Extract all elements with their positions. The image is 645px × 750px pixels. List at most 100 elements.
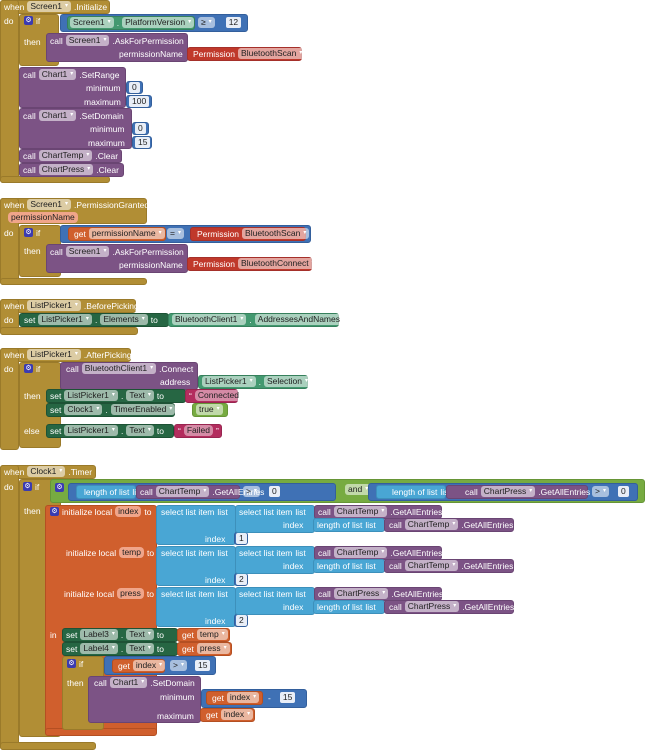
component-dropdown[interactable]: Screen1 ▾ <box>65 246 110 257</box>
param-label: minimum <box>90 123 125 134</box>
number-field[interactable]: 15 <box>279 692 296 703</box>
do-label: do <box>4 15 14 26</box>
component-dropdown[interactable]: ListPicker1 ▾ <box>38 314 92 325</box>
component-dropdown[interactable]: ChartPress ▾ <box>38 164 94 175</box>
number-field[interactable]: 15 <box>194 660 211 671</box>
component-dropdown[interactable]: Chart1 ▾ <box>38 69 77 80</box>
property-dropdown[interactable]: Text ▾ <box>126 390 154 401</box>
to-label: to <box>156 425 165 436</box>
component-dropdown[interactable]: Screen1 ▾ <box>70 17 114 28</box>
component-dropdown[interactable]: ChartPress ▾ <box>404 601 460 612</box>
property-dropdown[interactable]: AddressesAndNames ▾ <box>254 314 350 325</box>
variable-name-field[interactable]: index <box>115 506 142 517</box>
permission-dropdown[interactable]: BluetoothConnect ▾ <box>238 258 318 269</box>
get-label: get <box>74 228 86 239</box>
property-dropdown[interactable]: TimerEnabled ▾ <box>110 404 176 415</box>
component-dropdown[interactable]: ListPicker1 ▾ <box>64 425 118 436</box>
component-dropdown[interactable]: ChartTemp ▾ <box>404 519 459 530</box>
component-dropdown[interactable]: Label3 ▾ <box>80 629 118 640</box>
text-field[interactable]: Failed <box>183 425 213 436</box>
component-dropdown[interactable]: ChartPress ▾ <box>333 588 389 599</box>
component-dropdown[interactable]: ChartPress ▾ <box>480 486 536 497</box>
property-dropdown[interactable]: PlatformVersion ▾ <box>122 17 195 28</box>
component-dropdown[interactable]: Screen1 ▾ <box>27 199 72 210</box>
gear-icon[interactable]: ⚙ <box>24 364 33 373</box>
component-dropdown[interactable]: ListPicker1 ▾ <box>64 390 118 401</box>
dot: . <box>120 390 124 401</box>
variable-dropdown[interactable]: index ▾ <box>220 709 254 720</box>
dropdown-arrow-icon: ▾ <box>249 378 253 384</box>
component-dropdown[interactable]: ListPicker1 ▾ <box>27 349 81 360</box>
operator-dropdown[interactable]: > ▾ <box>243 486 260 497</box>
component-dropdown[interactable]: Label4 ▾ <box>80 643 118 654</box>
variable-name-field[interactable]: press <box>117 588 144 599</box>
component-dropdown[interactable]: ListPicker1 ▾ <box>27 300 81 311</box>
component-dropdown[interactable]: ChartTemp ▾ <box>333 547 388 558</box>
property-dropdown[interactable]: Text ▾ <box>126 425 154 436</box>
property-dropdown[interactable]: Selection ▾ <box>263 376 311 387</box>
permission-dropdown[interactable]: BluetoothScan ▾ <box>242 228 310 239</box>
property-dropdown[interactable]: Text ▾ <box>126 629 154 640</box>
variable-dropdown[interactable]: index ▾ <box>132 660 166 671</box>
variable-dropdown[interactable]: permissionName ▾ <box>88 228 165 239</box>
gear-icon[interactable]: ⚙ <box>50 507 59 516</box>
component-dropdown[interactable]: ChartTemp ▾ <box>155 486 210 497</box>
component-dropdown[interactable]: Chart1 ▾ <box>38 110 77 121</box>
component-dropdown[interactable]: Chart1 ▾ <box>109 677 148 688</box>
variable-dropdown[interactable]: index ▾ <box>226 692 260 703</box>
number-field[interactable]: 2 <box>236 574 247 585</box>
dropdown-arrow-icon: ▾ <box>70 112 74 118</box>
property-dropdown[interactable]: Elements ▾ <box>100 314 148 325</box>
get-label: get <box>182 643 194 654</box>
event-bottom <box>0 742 96 750</box>
gear-icon[interactable]: ⚙ <box>55 483 64 492</box>
component-dropdown[interactable]: Screen1 ▾ <box>65 35 110 46</box>
component-dropdown[interactable]: BluetoothClient1 ▾ <box>81 363 157 374</box>
variable-name-field[interactable]: temp <box>119 547 144 558</box>
gear-icon[interactable]: ⚙ <box>67 659 76 668</box>
else-label: else <box>24 425 40 436</box>
number-field[interactable]: 1 <box>236 533 247 544</box>
length-label: length of list <box>317 560 363 571</box>
component-dropdown[interactable]: Screen1 ▾ <box>27 1 72 12</box>
operator-dropdown[interactable]: > ▾ <box>592 486 609 497</box>
to-label: to <box>178 404 186 415</box>
property-dropdown[interactable]: Text ▾ <box>126 643 154 654</box>
event-parameter[interactable]: permissionName <box>8 212 78 223</box>
quote-mark: ” <box>216 425 219 436</box>
event-body <box>0 0 19 183</box>
gear-icon[interactable]: ⚙ <box>24 228 33 237</box>
text-field[interactable]: Connected <box>194 390 242 401</box>
number-field[interactable]: 0 <box>268 486 280 497</box>
operator-dropdown[interactable]: ≥ ▾ <box>198 17 215 28</box>
if-label: if <box>35 481 40 492</box>
number-field[interactable]: 0 <box>129 82 140 93</box>
number-field[interactable]: 0 <box>135 123 146 134</box>
select-label: select list item <box>239 506 293 517</box>
component-dropdown[interactable]: ListPicker1 ▾ <box>202 376 256 387</box>
length-label: length of list <box>392 486 438 497</box>
number-field[interactable]: 100 <box>129 96 150 107</box>
variable-dropdown[interactable]: temp ▾ <box>196 629 228 640</box>
component-dropdown[interactable]: BluetoothClient1 ▾ <box>172 314 247 325</box>
number-field[interactable]: 12 <box>225 17 242 28</box>
component-dropdown[interactable]: ChartTemp ▾ <box>333 506 388 517</box>
operator-dropdown[interactable]: = ▾ <box>167 228 184 239</box>
number-field[interactable]: 15 <box>135 137 151 148</box>
number-field[interactable]: 0 <box>617 486 629 497</box>
permission-dropdown[interactable]: BluetoothScan ▾ <box>238 48 306 59</box>
component-dropdown[interactable]: ChartTemp ▾ <box>38 150 93 161</box>
component-dropdown[interactable]: ChartTemp ▾ <box>404 560 459 571</box>
gear-icon[interactable]: ⚙ <box>24 16 33 25</box>
component-dropdown[interactable]: Clock1 ▾ <box>27 466 66 477</box>
operator-dropdown[interactable]: > ▾ <box>170 660 187 671</box>
component-dropdown[interactable]: Clock1 ▾ <box>64 404 103 415</box>
dropdown-arrow-icon: ▾ <box>299 50 303 56</box>
call-label: call <box>318 506 331 517</box>
variable-dropdown[interactable]: press ▾ <box>196 643 230 654</box>
call-label: call <box>318 547 331 558</box>
number-field[interactable]: 2 <box>236 615 247 626</box>
gear-icon[interactable]: ⚙ <box>23 482 32 491</box>
set-label: set <box>50 390 62 401</box>
boolean-dropdown[interactable]: true ▾ <box>196 404 223 415</box>
